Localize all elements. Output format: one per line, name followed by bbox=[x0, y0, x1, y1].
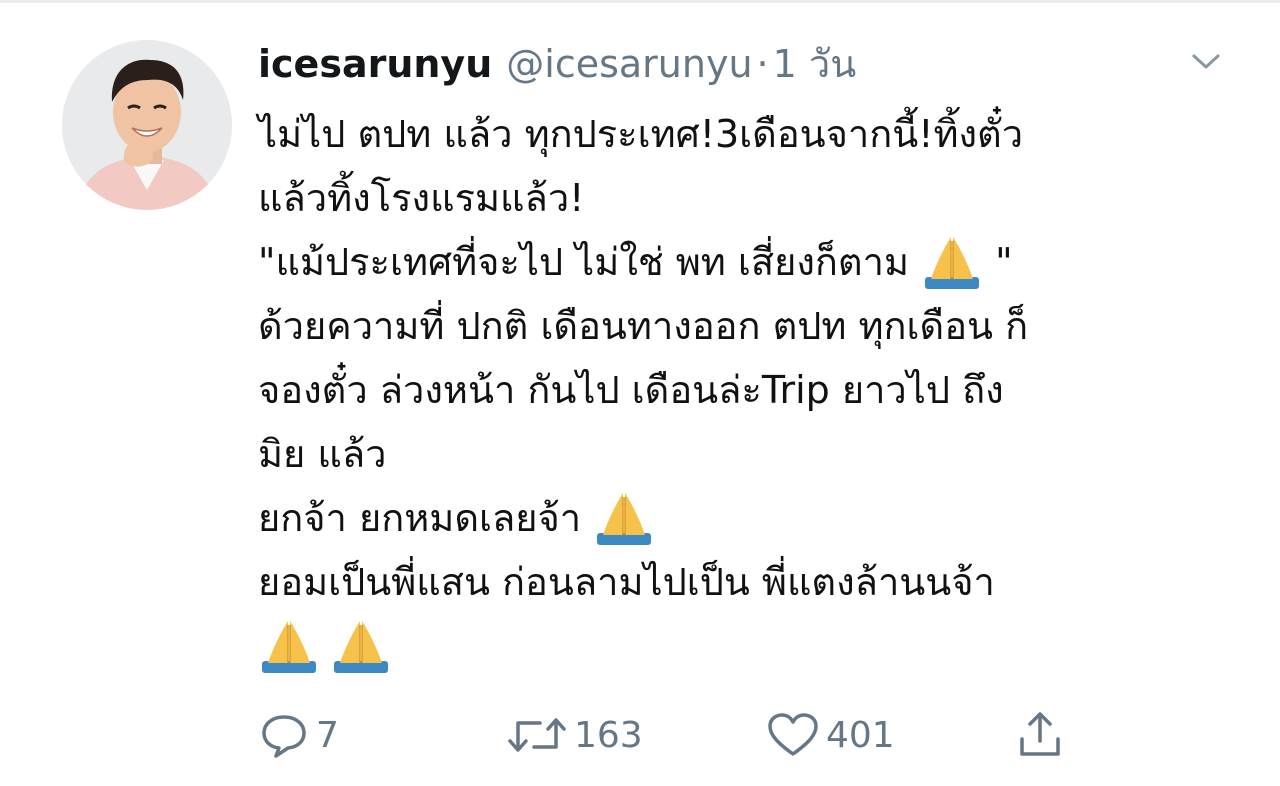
tweet-line: แล้วทิ้งโรงแรมแล้ว! bbox=[258, 176, 585, 220]
folded-hands-emoji bbox=[921, 233, 983, 291]
tweet-header: icesarunyu @icesarunyu · 1 วัน bbox=[258, 36, 856, 92]
reply-button[interactable]: 7 bbox=[258, 705, 339, 765]
tweet-line: จองตั๋ว ล่วงหน้า กันไป เดือนล่ะTrip ยาวไ… bbox=[258, 368, 1004, 412]
tweet-line: มิย แล้ว bbox=[258, 432, 387, 476]
tweet-actions: 7 163 401 bbox=[258, 705, 1218, 765]
retweet-button[interactable]: 163 bbox=[506, 705, 643, 765]
user-handle[interactable]: @icesarunyu bbox=[506, 36, 752, 92]
heart-icon bbox=[768, 713, 818, 756]
tweet-line: ยอมเป็นพี่แสน ก่อนลามไปเป็น พี่แตงล้านนจ… bbox=[258, 560, 995, 604]
separator-dot: · bbox=[756, 42, 769, 86]
chevron-down-icon[interactable] bbox=[1188, 46, 1224, 76]
folded-hands-emoji bbox=[593, 489, 655, 547]
tweet: icesarunyu @icesarunyu · 1 วัน ไม่ไป ตปท… bbox=[0, 0, 1280, 786]
tweet-text: ไม่ไป ตปท แล้ว ทุกประเทศ!3เดือนจากนี้!ทิ… bbox=[258, 102, 1248, 678]
tweet-line: ไม่ไป ตปท แล้ว ทุกประเทศ!3เดือนจากนี้!ทิ… bbox=[258, 112, 1024, 156]
reply-count: 7 bbox=[316, 714, 339, 756]
like-count: 401 bbox=[826, 714, 895, 756]
folded-hands-emoji bbox=[330, 617, 392, 675]
display-name[interactable]: icesarunyu bbox=[258, 36, 492, 92]
folded-hands-emoji bbox=[258, 617, 320, 675]
share-button[interactable] bbox=[1014, 705, 1072, 765]
reply-icon bbox=[262, 715, 306, 758]
tweet-line: "แม้ประเทศที่จะไป ไม่ใช่ พท เสี่ยงก็ตาม … bbox=[258, 230, 1248, 294]
tweet-line: ยกจ้า ยกหมดเลยจ้า bbox=[258, 486, 1248, 550]
timestamp[interactable]: 1 วัน bbox=[773, 36, 857, 92]
emoji-row bbox=[258, 614, 1248, 678]
retweet-count: 163 bbox=[574, 714, 643, 756]
share-icon bbox=[1020, 712, 1060, 756]
tweet-line: ด้วยความที่ ปกติ เดือนทางออก ตปท ทุกเดือ… bbox=[258, 304, 1029, 348]
like-button[interactable]: 401 bbox=[766, 705, 895, 765]
avatar[interactable] bbox=[62, 40, 232, 210]
retweet-icon bbox=[508, 718, 566, 752]
